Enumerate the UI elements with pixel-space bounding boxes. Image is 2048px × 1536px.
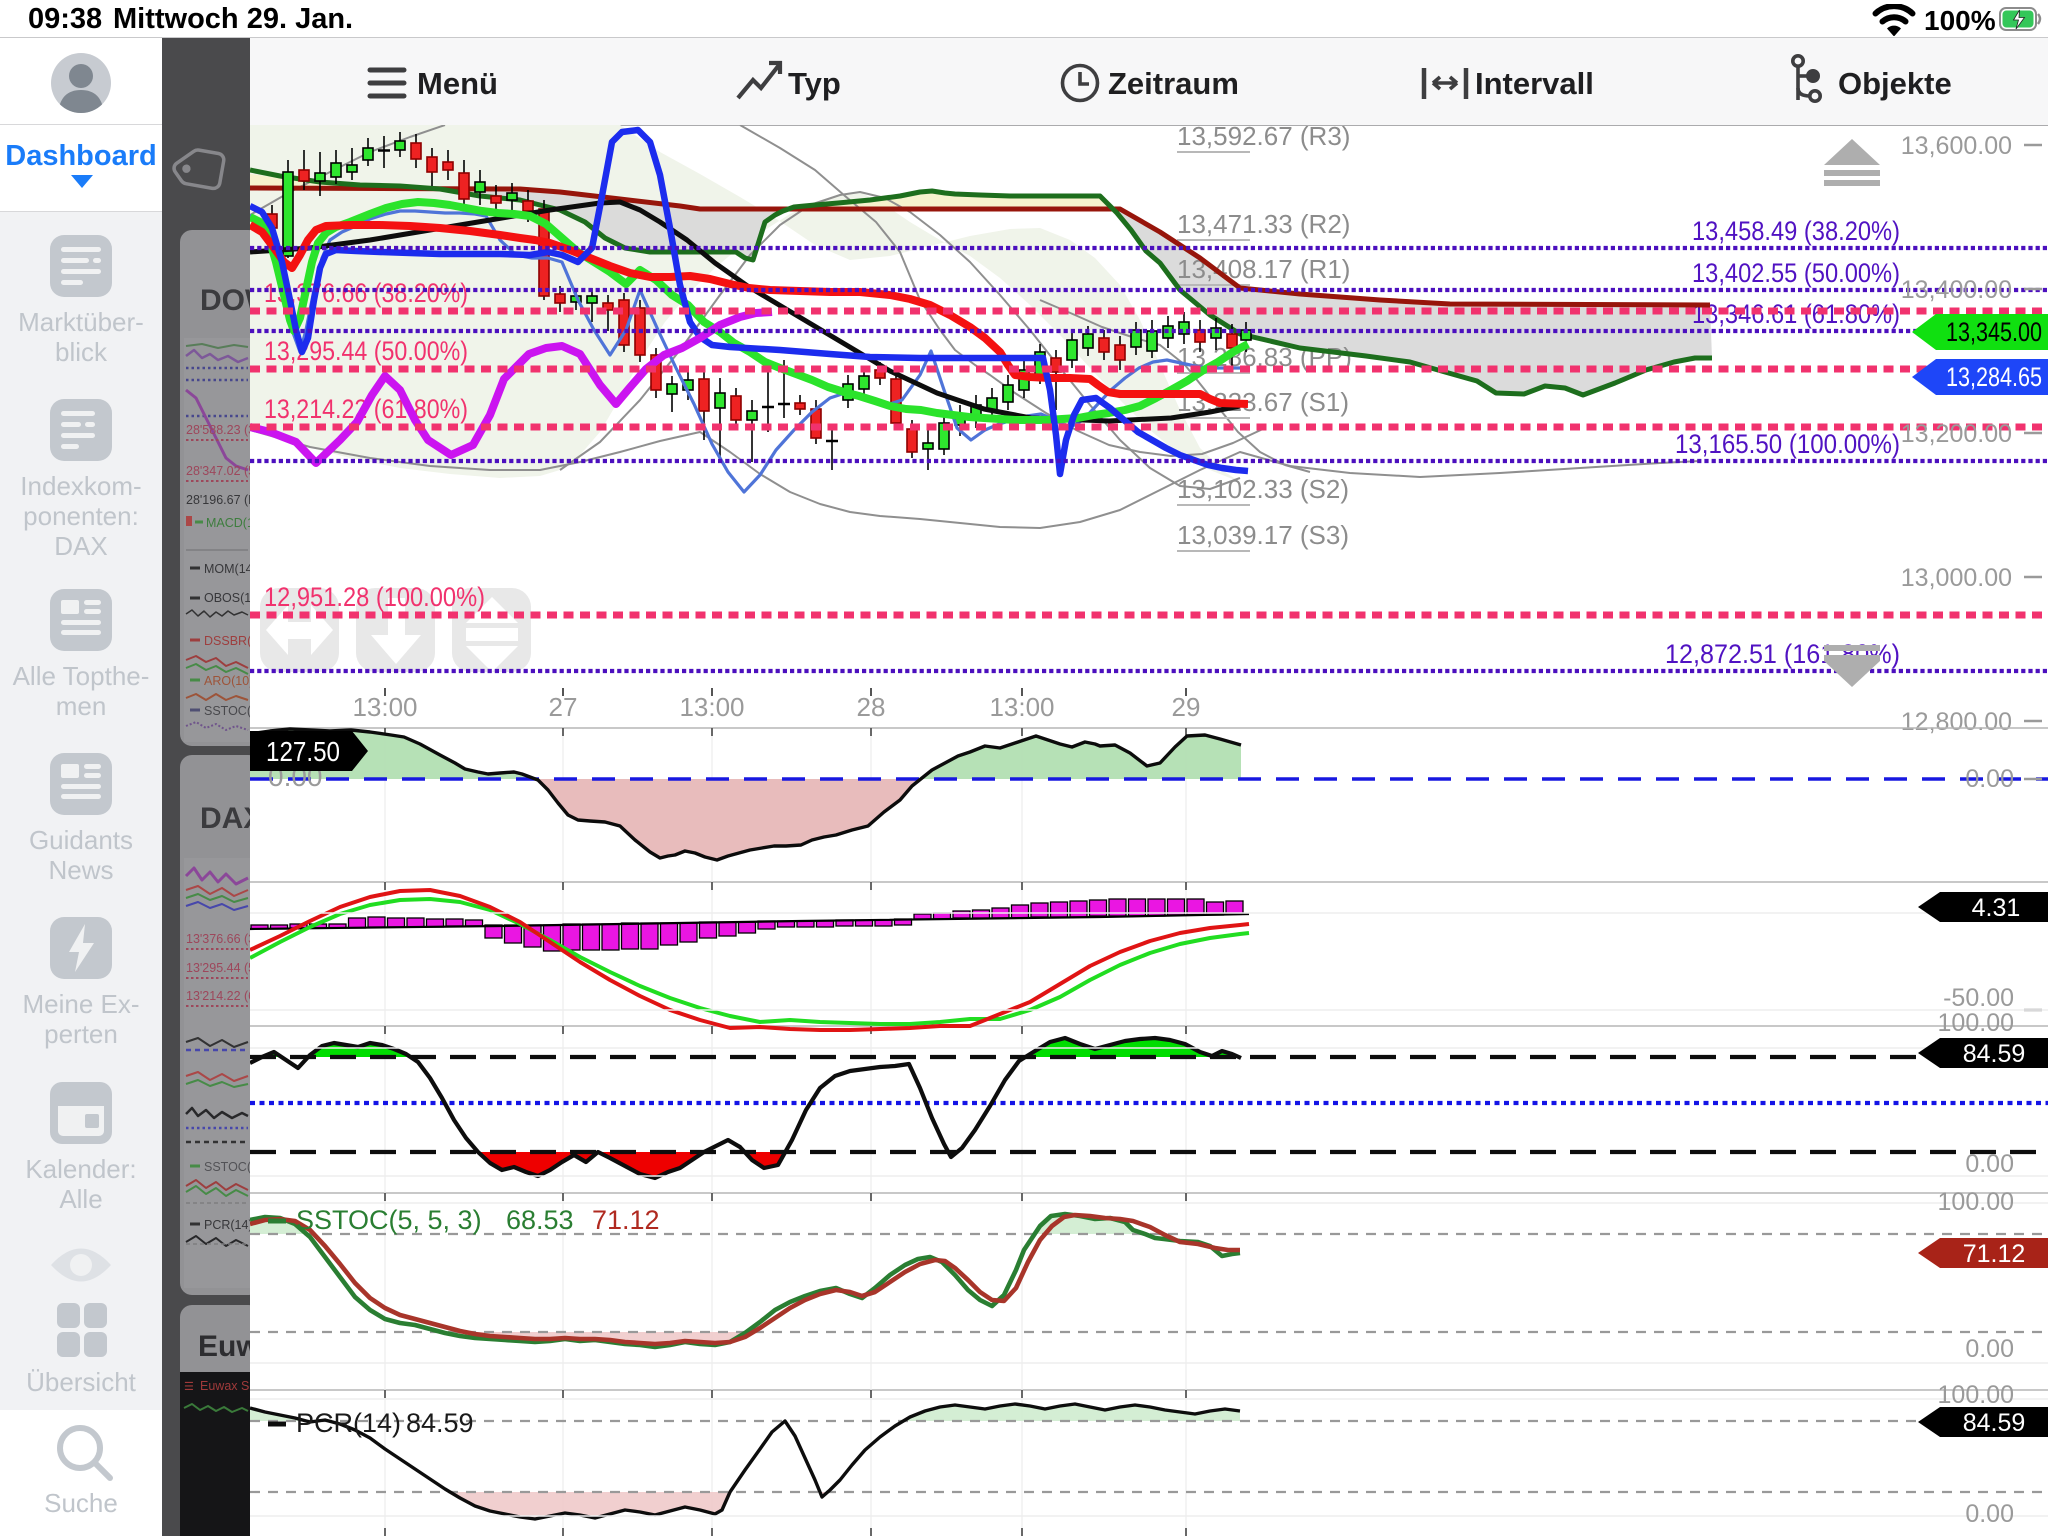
svg-text:DOW: DOW — [200, 284, 250, 317]
svg-text:13:00: 13:00 — [352, 692, 417, 722]
svg-text:Zeitraum: Zeitraum — [1108, 66, 1239, 101]
svg-text:12,800.00: 12,800.00 — [1901, 708, 2012, 736]
svg-text:0.00: 0.00 — [1965, 765, 2014, 793]
svg-text:-50.00: -50.00 — [1943, 984, 2014, 1012]
svg-text:127.50: 127.50 — [266, 736, 340, 767]
svg-text:84.59: 84.59 — [406, 1408, 474, 1438]
svg-text:DSSBR(2: DSSBR(2 — [204, 634, 250, 648]
svg-text:13,471.33 (R2): 13,471.33 (R2) — [1177, 209, 1350, 239]
svg-text:100.00: 100.00 — [1938, 1009, 2014, 1037]
svg-text:13,284.65: 13,284.65 — [1946, 362, 2042, 392]
svg-text:4.31: 4.31 — [1972, 894, 2021, 922]
svg-text:13,345.00: 13,345.00 — [1946, 317, 2042, 347]
svg-text:13,458.49 (38.20%): 13,458.49 (38.20%) — [1692, 216, 1900, 246]
svg-text:SSTOC(5, 5, 3): SSTOC(5, 5, 3) — [296, 1205, 482, 1235]
svg-text:68.53: 68.53 — [506, 1205, 574, 1235]
svg-text:Menü: Menü — [417, 66, 498, 101]
svg-text:Euw: Euw — [198, 1330, 250, 1363]
svg-text:13:00: 13:00 — [679, 692, 744, 722]
svg-text:28'588.23 (38: 28'588.23 (38 — [186, 423, 250, 437]
svg-text:13,102.33 (S2): 13,102.33 (S2) — [1177, 474, 1349, 504]
svg-text:84.59: 84.59 — [1963, 1040, 2026, 1068]
svg-text:27: 27 — [549, 692, 578, 722]
svg-text:13,600.00: 13,600.00 — [1901, 132, 2012, 160]
svg-text:0.00: 0.00 — [1965, 1335, 2014, 1363]
svg-text:84.59: 84.59 — [1963, 1409, 2026, 1437]
svg-text:13'295.44 (5: 13'295.44 (5 — [186, 961, 250, 975]
svg-text:13,592.67 (R3): 13,592.67 (R3) — [1177, 125, 1350, 151]
svg-text:13,376.66 (38.20%): 13,376.66 (38.20%) — [264, 278, 468, 308]
svg-text:13,000.00: 13,000.00 — [1901, 564, 2012, 592]
svg-text:OBOS(14: OBOS(14 — [204, 591, 250, 605]
svg-text:28'347.02 (50: 28'347.02 (50 — [186, 464, 250, 478]
svg-text:PCR(14): PCR(14) — [296, 1408, 401, 1438]
svg-text:71.12: 71.12 — [592, 1205, 660, 1235]
svg-text:☰: ☰ — [184, 1381, 194, 1393]
svg-text:13'214.22 (6: 13'214.22 (6 — [186, 989, 250, 1003]
svg-text:MACD(12: MACD(12 — [206, 516, 250, 530]
svg-text:13,039.17 (S3): 13,039.17 (S3) — [1177, 520, 1349, 550]
svg-text:SSTOC(5: SSTOC(5 — [204, 704, 250, 718]
svg-text:12,951.28 (100.00%): 12,951.28 (100.00%) — [264, 582, 485, 612]
svg-text:13'376.66 (3: 13'376.66 (3 — [186, 932, 250, 946]
svg-text:28'196.67 (P: 28'196.67 (P — [186, 493, 250, 507]
svg-text:MOM(14): MOM(14) — [204, 562, 250, 576]
svg-text:29: 29 — [1172, 692, 1201, 722]
svg-text:DAX: DAX — [200, 802, 250, 835]
svg-text:ARO(10): ARO(10) — [204, 674, 250, 688]
svg-text:PCR(14): PCR(14) — [204, 1218, 250, 1232]
svg-text:Objekte: Objekte — [1838, 66, 1952, 101]
svg-text:Typ: Typ — [788, 66, 841, 101]
svg-text:71.12: 71.12 — [1963, 1240, 2026, 1268]
svg-text:Intervall: Intervall — [1475, 66, 1594, 101]
svg-text:13,165.50 (100.00%): 13,165.50 (100.00%) — [1675, 429, 1900, 459]
svg-text:13,200.00: 13,200.00 — [1901, 420, 2012, 448]
svg-text:13,400.00: 13,400.00 — [1901, 276, 2012, 304]
svg-text:100.00: 100.00 — [1938, 1188, 2014, 1216]
svg-text:0.00: 0.00 — [1965, 1150, 2014, 1178]
svg-text:13,402.55 (50.00%): 13,402.55 (50.00%) — [1692, 258, 1900, 288]
svg-text:100%: 100% — [1924, 5, 1996, 36]
svg-text:0.00: 0.00 — [1965, 1500, 2014, 1528]
svg-text:Euwax Se: Euwax Se — [200, 1379, 250, 1393]
svg-text:100.00: 100.00 — [1938, 1381, 2014, 1409]
svg-text:28: 28 — [857, 692, 886, 722]
svg-text:13:00: 13:00 — [989, 692, 1054, 722]
svg-text:SSTOC(: SSTOC( — [204, 1160, 250, 1174]
